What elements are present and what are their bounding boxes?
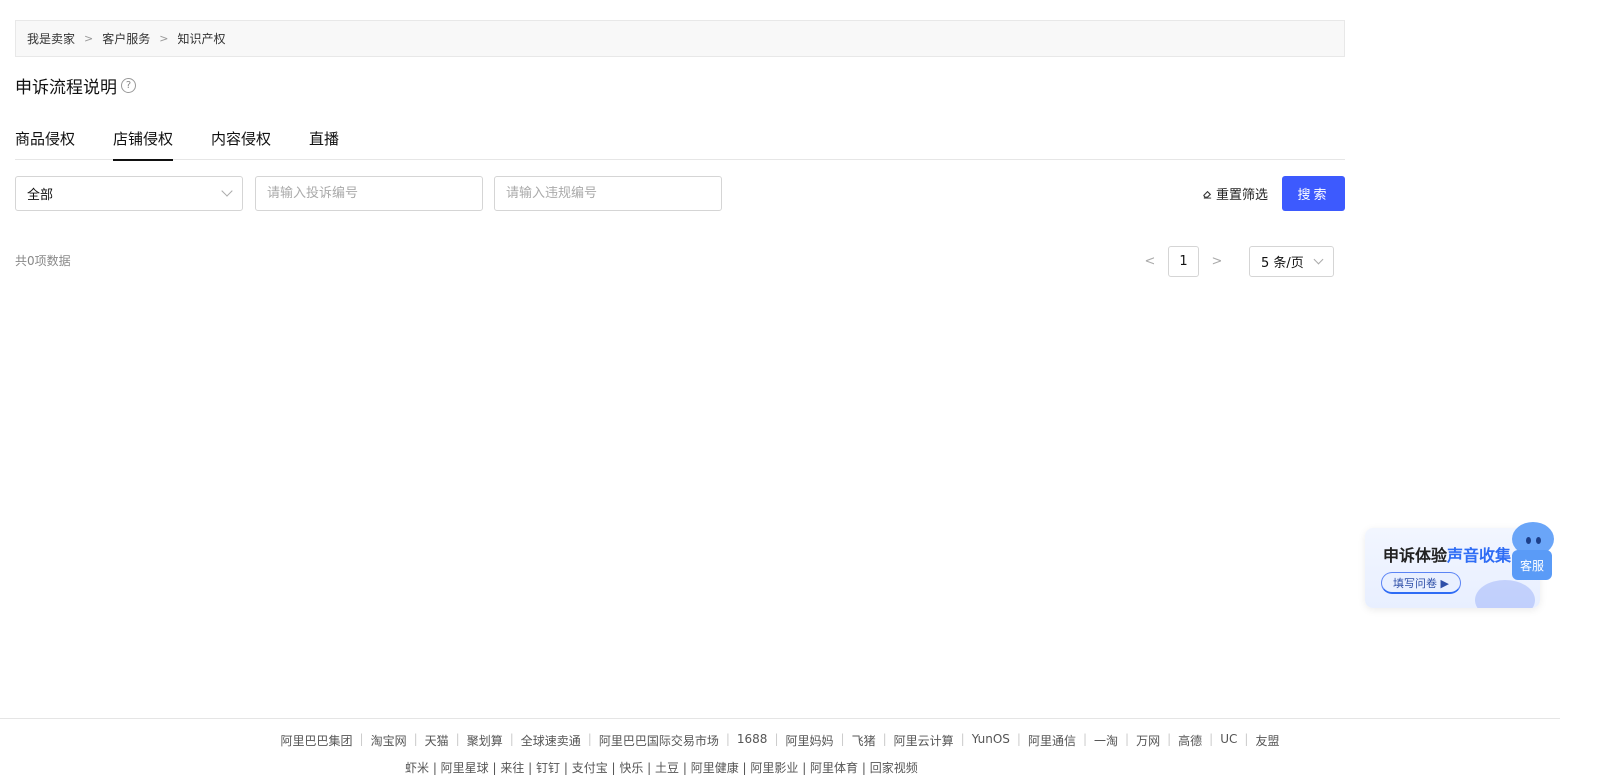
footer-separator: |	[587, 732, 592, 746]
breadcrumb: 我是卖家 > 客户服务 > 知识产权	[15, 20, 1345, 57]
footer-separator: |	[509, 732, 514, 746]
footer-link[interactable]: 聚划算	[467, 732, 503, 749]
tab-label: 内容侵权	[211, 130, 272, 148]
footer-link[interactable]: 万网	[1136, 732, 1160, 749]
total-count: 共0项数据	[15, 254, 71, 268]
scrollbar[interactable]	[1560, 0, 1568, 779]
page-title: 申诉流程说明	[15, 77, 117, 98]
breadcrumb-item-customer-service[interactable]: 客户服务	[102, 30, 150, 47]
footer-link[interactable]: YunOS	[972, 732, 1010, 749]
footer-separator: |	[882, 732, 887, 746]
footer-separator: |	[1244, 732, 1249, 746]
footer-link[interactable]: 高德	[1178, 732, 1202, 749]
footer-separator: |	[359, 732, 364, 746]
tab-product-infringement[interactable]: 商品侵权	[15, 118, 75, 160]
breadcrumb-item-seller[interactable]: 我是卖家	[27, 30, 75, 47]
violation-id-input[interactable]	[494, 176, 722, 211]
banner-title-prefix: 申诉体验	[1383, 546, 1448, 565]
footer-link[interactable]: 1688	[737, 732, 768, 749]
customer-service-label: 客服	[1512, 550, 1552, 580]
tab-live-stream[interactable]: 直播	[309, 118, 339, 160]
tab-label: 店铺侵权	[113, 130, 174, 148]
footer-link[interactable]: 天猫	[425, 732, 449, 749]
footer-link[interactable]: UC	[1220, 732, 1237, 749]
page-size-select[interactable]: 5 条/页	[1249, 246, 1334, 277]
prev-page-icon[interactable]: <	[1138, 246, 1162, 277]
tab-label: 商品侵权	[15, 130, 76, 148]
banner-title-highlight: 声音收集	[1447, 546, 1512, 565]
footer: 阿里巴巴集团 | 淘宝网 | 天猫 | 聚划算 | 全球速卖通 | 阿里巴巴国际交易市场 | 1688 |…	[0, 718, 1560, 779]
page-title-row: 申诉流程说明 ?	[15, 72, 136, 98]
footer-separator: |	[774, 732, 779, 746]
footer-link[interactable]: 飞猪	[852, 732, 876, 749]
customer-service-button[interactable]: 客服	[1510, 522, 1555, 582]
complaint-id-input[interactable]	[255, 176, 483, 211]
next-page-icon[interactable]: >	[1205, 246, 1229, 277]
tab-content-infringement[interactable]: 内容侵权	[211, 118, 271, 160]
eraser-icon	[1203, 190, 1212, 199]
banner-title: 申诉体验声音收集	[1383, 542, 1511, 566]
footer-links: 阿里巴巴集团 | 淘宝网 | 天猫 | 聚划算 | 全球速卖通 | 阿里巴巴国际交易市场 | 1688 |…	[0, 732, 1560, 749]
footer-link[interactable]: 阿里云计算	[894, 732, 954, 749]
mascot-eye	[1536, 537, 1541, 544]
breadcrumb-separator: >	[159, 32, 169, 45]
breadcrumb-item-ip: 知识产权	[177, 32, 226, 46]
footer-link[interactable]: 一淘	[1094, 732, 1118, 749]
breadcrumb-separator: >	[84, 32, 94, 45]
footer-separator: |	[725, 732, 730, 746]
filter-row: 全部 重置筛选 搜索	[15, 176, 1345, 211]
chevron-down-icon	[221, 185, 233, 197]
page-size-value: 5 条/页	[1261, 256, 1304, 271]
type-select[interactable]: 全部	[15, 176, 243, 211]
footer-separator: |	[1082, 732, 1088, 746]
reset-filter-label: 重置筛选	[1216, 188, 1269, 203]
footer-link[interactable]: 阿里妈妈	[786, 732, 834, 749]
reset-filter-button[interactable]: 重置筛选	[1202, 176, 1268, 211]
footer-link[interactable]: 全球速卖通	[521, 732, 581, 749]
footer-separator: |	[960, 732, 965, 746]
search-button[interactable]: 搜索	[1282, 176, 1345, 211]
footer-link[interactable]: 友盟	[1255, 732, 1279, 749]
tab-store-infringement[interactable]: 店铺侵权	[113, 118, 174, 161]
help-icon[interactable]: ?	[121, 77, 136, 93]
footer-link[interactable]: 阿里通信	[1028, 732, 1076, 749]
fill-survey-button[interactable]: 填写问卷 ▶	[1381, 572, 1461, 594]
footer-separator: |	[1209, 732, 1214, 746]
tab-bar: 商品侵权 店铺侵权 内容侵权 直播	[15, 118, 1345, 161]
footer-separator: |	[840, 732, 845, 746]
footer-link[interactable]: 淘宝网	[371, 732, 407, 749]
footer-separator: |	[1016, 732, 1021, 746]
type-select-value: 全部	[27, 188, 54, 203]
pagination: < 1 > 5 条/页	[1138, 246, 1334, 277]
tab-label: 直播	[309, 130, 340, 148]
page-number[interactable]: 1	[1168, 246, 1199, 277]
banner-decoration	[1475, 580, 1535, 608]
mascot-eye	[1526, 537, 1531, 544]
footer-separator: |	[1125, 732, 1130, 746]
chevron-down-icon	[1313, 254, 1324, 265]
footer-separator: |	[413, 732, 418, 746]
footer-link[interactable]: 阿里巴巴国际交易市场	[599, 732, 719, 749]
footer-separator: |	[1167, 732, 1172, 746]
footer-links-row2: 虾米 | 阿里星球 | 来往 | 钉钉 | 支付宝 | 快乐 | 土豆 | 阿里…	[405, 761, 918, 775]
footer-link[interactable]: 阿里巴巴集团	[281, 732, 353, 749]
page-root: 我是卖家 > 客户服务 > 知识产权 申诉流程说明 ? 商品侵权 店铺侵权 内容…	[0, 0, 1603, 779]
footer-separator: |	[455, 732, 460, 746]
